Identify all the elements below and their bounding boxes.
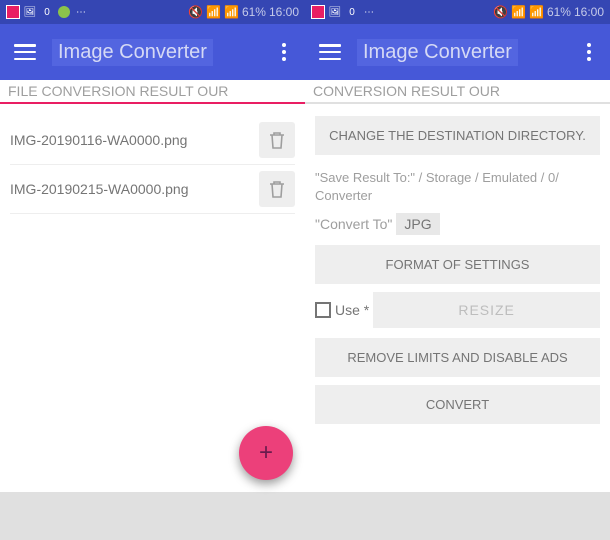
app-bar: Image Converter	[305, 24, 610, 80]
resize-button[interactable]: RESIZE	[373, 292, 600, 328]
hamburger-icon[interactable]	[14, 44, 36, 60]
notif-icon-2: 🖼	[23, 5, 37, 19]
convert-to-value[interactable]: JPG	[396, 213, 439, 235]
file-name: IMG-20190116-WA0000.png	[10, 132, 249, 148]
settings-panel: CHANGE THE DESTINATION DIRECTORY. "Save …	[305, 104, 610, 492]
notif-icon-2: 🖼	[328, 5, 342, 19]
wifi-icon: 📶	[206, 5, 221, 19]
right-screen: 🖼 0 ⋯ 🔇 📶 📶 61% 16:00 Image Converter CO…	[305, 0, 610, 540]
app-bar: Image Converter	[0, 24, 305, 80]
bottom-bar	[0, 492, 305, 540]
convert-button[interactable]: CONVERT	[315, 385, 600, 424]
bottom-bar	[305, 492, 610, 540]
list-item[interactable]: IMG-20190215-WA0000.png	[10, 165, 295, 214]
format-settings-button[interactable]: FORMAT OF SETTINGS	[315, 245, 600, 284]
left-screen: 🖼 0 ⋯ 🔇 📶 📶 61% 16:00 Image Converter FI…	[0, 0, 305, 540]
battery-text: 61%	[242, 5, 266, 19]
notif-icon-3: 0	[40, 5, 54, 19]
file-name: IMG-20190215-WA0000.png	[10, 181, 249, 197]
notif-icon-1	[6, 5, 20, 19]
notif-icon-4	[57, 5, 71, 19]
wifi-icon: 📶	[511, 5, 526, 19]
app-title: Image Converter	[52, 39, 213, 66]
time-text: 16:00	[574, 5, 604, 19]
remove-limits-button[interactable]: REMOVE LIMITS AND DISABLE ADS	[315, 338, 600, 377]
status-bar: 🖼 0 ⋯ 🔇 📶 📶 61% 16:00	[0, 0, 305, 24]
more-menu-icon[interactable]	[582, 43, 596, 61]
notif-icon-3: 0	[345, 5, 359, 19]
mute-icon: 🔇	[493, 5, 508, 19]
change-destination-button[interactable]: CHANGE THE DESTINATION DIRECTORY.	[315, 116, 600, 155]
notif-icon-5: ⋯	[362, 5, 376, 19]
signal-icon: 📶	[529, 5, 544, 19]
save-result-text: "Save Result To:" / Storage / Emulated /…	[315, 169, 600, 205]
time-text: 16:00	[269, 5, 299, 19]
add-fab-button[interactable]: +	[239, 426, 293, 480]
section-header: CONVERSION RESULT OUR	[305, 80, 610, 104]
signal-icon: 📶	[224, 5, 239, 19]
convert-to-row: "Convert To" JPG	[315, 213, 600, 235]
status-bar: 🖼 0 ⋯ 🔇 📶 📶 61% 16:00	[305, 0, 610, 24]
hamburger-icon[interactable]	[319, 44, 341, 60]
plus-icon: +	[259, 439, 273, 467]
notif-icon-5: ⋯	[74, 5, 88, 19]
mute-icon: 🔇	[188, 5, 203, 19]
section-header: FILE CONVERSION RESULT OUR	[0, 80, 305, 104]
use-label: Use *	[335, 302, 369, 318]
use-row: Use * RESIZE	[315, 292, 600, 328]
convert-to-label: "Convert To"	[315, 216, 392, 232]
trash-icon	[268, 130, 286, 150]
app-title: Image Converter	[357, 39, 518, 66]
use-checkbox[interactable]	[315, 302, 331, 318]
trash-icon	[268, 179, 286, 199]
more-menu-icon[interactable]	[277, 43, 291, 61]
battery-text: 61%	[547, 5, 571, 19]
notif-icon-1	[311, 5, 325, 19]
delete-button[interactable]	[259, 122, 295, 158]
list-item[interactable]: IMG-20190116-WA0000.png	[10, 116, 295, 165]
delete-button[interactable]	[259, 171, 295, 207]
